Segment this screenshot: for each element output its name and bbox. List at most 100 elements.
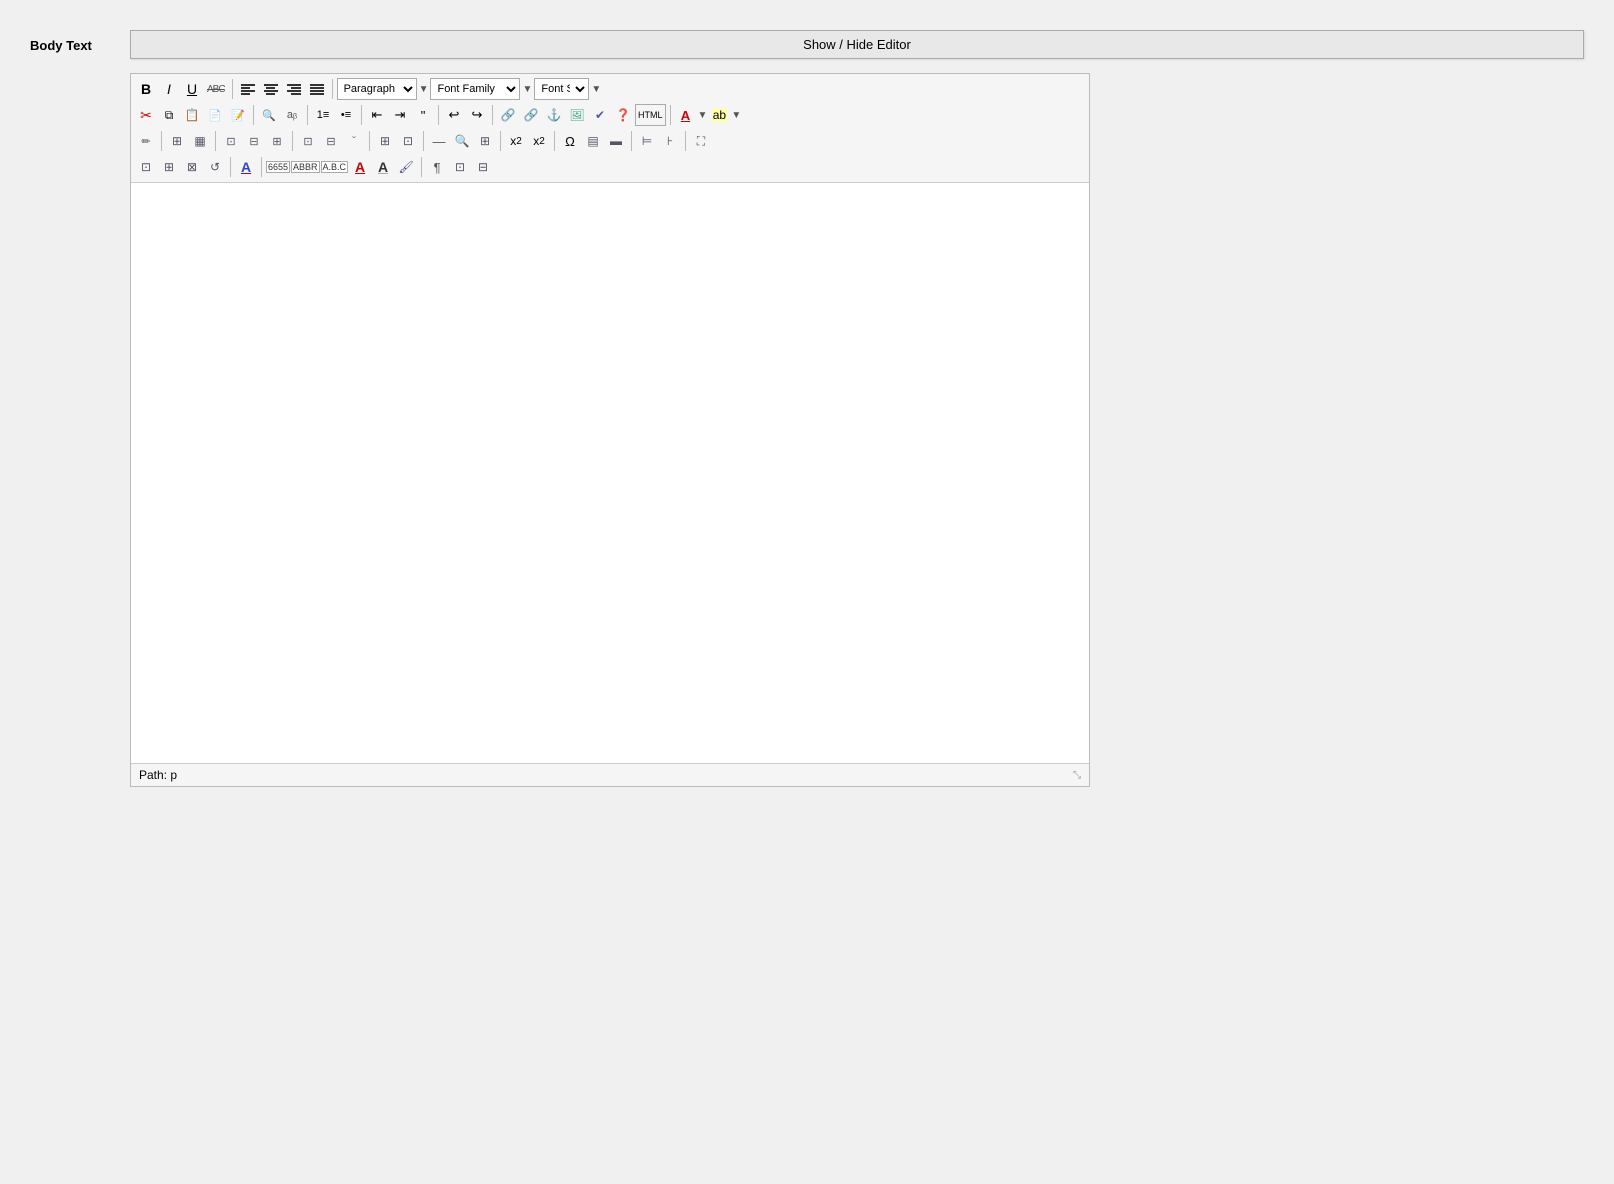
fontsize-arrow: ▼ xyxy=(591,84,601,95)
paste-text-button[interactable]: 📄 xyxy=(204,104,226,126)
html-button[interactable]: HTML xyxy=(635,104,666,126)
unordered-list-button[interactable]: •≡ xyxy=(335,104,357,126)
page-break-button[interactable]: ⊨ xyxy=(636,130,658,152)
separator-16 xyxy=(631,131,632,151)
separator-9 xyxy=(161,131,162,151)
font-family-select[interactable]: Font Family Arial Times New Roman Courie… xyxy=(430,78,520,100)
source-edit-button[interactable]: ✏ xyxy=(135,130,157,152)
separator-8 xyxy=(670,105,671,125)
separator-12 xyxy=(369,131,370,151)
path-bar: Path: p ⤡ xyxy=(131,763,1089,786)
show-hide-editor-button[interactable]: Show / Hide Editor xyxy=(130,30,1584,59)
increase-indent-button[interactable]: ⇥ xyxy=(389,104,411,126)
doc-button[interactable]: ▤ xyxy=(582,130,604,152)
field-label: Body Text xyxy=(30,30,110,53)
separator-1 xyxy=(232,79,233,99)
omega-button[interactable]: Ω xyxy=(559,130,581,152)
italic-button[interactable]: I xyxy=(158,78,180,100)
font-size-select[interactable]: Font Size 81012 141618 xyxy=(534,78,589,100)
border-button[interactable]: ⊡ xyxy=(135,156,157,178)
image-button[interactable]: 🖼 xyxy=(566,104,588,126)
unlink-button[interactable]: 🔗 xyxy=(520,104,542,126)
align-justify-button[interactable] xyxy=(306,78,328,100)
blockquote-button[interactable]: " xyxy=(412,104,434,126)
style-indicator-6655: 6655 xyxy=(266,161,290,173)
template-button[interactable]: ⊡ xyxy=(220,130,242,152)
separator-5 xyxy=(361,105,362,125)
anchor-button[interactable]: ⚓ xyxy=(543,104,565,126)
font-color-arrow: ▼ xyxy=(698,110,708,121)
table3-button[interactable]: ⊞ xyxy=(474,130,496,152)
align-left-button[interactable] xyxy=(237,78,259,100)
strikethrough-button[interactable]: ABC xyxy=(204,78,228,100)
nonbreak2-button[interactable]: ⊟ xyxy=(472,156,494,178)
style-indicator-abc: A.B.C xyxy=(321,161,349,173)
editor-container: B I U ABC Paragraph Heading 1 Heading 2 … xyxy=(130,73,1090,787)
resize-handle[interactable]: ⤡ xyxy=(1073,770,1081,781)
separator-4 xyxy=(307,105,308,125)
bg-color-button[interactable]: ab xyxy=(708,104,730,126)
border4-button[interactable]: ↺ xyxy=(204,156,226,178)
separator-7 xyxy=(492,105,493,125)
align-right-button[interactable] xyxy=(283,78,305,100)
cleanup-button[interactable]: ✔ xyxy=(589,104,611,126)
redo-button[interactable]: ↪ xyxy=(466,104,488,126)
find-replace-button[interactable]: 🔍 xyxy=(258,104,280,126)
grid2-button[interactable]: ⊡ xyxy=(397,130,419,152)
editor-area: Show / Hide Editor B I U ABC xyxy=(130,30,1584,787)
cut-button[interactable]: ✂ xyxy=(135,104,157,126)
font-color2-button[interactable]: A xyxy=(349,156,371,178)
paste-button[interactable]: 📋 xyxy=(181,104,203,126)
format-paint-button[interactable]: 🖌 xyxy=(395,156,417,178)
font-size-a-button[interactable]: A xyxy=(235,156,257,178)
spellcheck-button[interactable]: aᵦ xyxy=(281,104,303,126)
pilcrow-button[interactable]: ˇ xyxy=(343,130,365,152)
style-indicator-abbr: ABBR xyxy=(291,161,320,173)
decrease-indent-button[interactable]: ⇤ xyxy=(366,104,388,126)
link-button[interactable]: 🔗 xyxy=(497,104,519,126)
fullscreen-button[interactable]: ⛶ xyxy=(690,130,712,152)
table-insert-button[interactable]: ⊞ xyxy=(166,130,188,152)
format-right-button[interactable]: ⊞ xyxy=(266,130,288,152)
toolbar-row-1: B I U ABC Paragraph Heading 1 Heading 2 … xyxy=(135,76,1085,102)
grid-button[interactable]: ⊞ xyxy=(374,130,396,152)
subscript-button[interactable]: x2 xyxy=(505,130,527,152)
media-button[interactable]: ▬ xyxy=(605,130,627,152)
border3-button[interactable]: ⊠ xyxy=(181,156,203,178)
bold-button[interactable]: B xyxy=(135,78,157,100)
ordered-list-button[interactable]: 1≡ xyxy=(312,104,334,126)
bg-color-arrow: ▼ xyxy=(731,110,741,121)
toolbar-row-3: ✏ ⊞ ▦ ⊡ ⊟ ⊞ ⊡ ⊟ ˇ ⊞ ⊡ — � xyxy=(135,128,1085,154)
toolbar-row-2: ✂ ⧉ 📋 📄 📝 🔍 aᵦ 1≡ •≡ ⇤ ⇥ " ↩ xyxy=(135,102,1085,128)
separator-14 xyxy=(500,131,501,151)
help-button[interactable]: ❓ xyxy=(612,104,634,126)
hr-button[interactable]: — xyxy=(428,130,450,152)
align-center-button[interactable] xyxy=(260,78,282,100)
nonbreak-button[interactable]: ⊡ xyxy=(449,156,471,178)
underline-button[interactable]: U xyxy=(181,78,203,100)
separator-15 xyxy=(554,131,555,151)
undo-button[interactable]: ↩ xyxy=(443,104,465,126)
copy-button[interactable]: ⧉ xyxy=(158,104,180,126)
paragraph-arrow: ▼ xyxy=(419,84,429,95)
paste-word-button[interactable]: 📝 xyxy=(227,104,249,126)
table-edit-button[interactable]: ▦ xyxy=(189,130,211,152)
pilcrow2-button[interactable]: ¶ xyxy=(426,156,448,178)
separator-6 xyxy=(438,105,439,125)
page-break2-button[interactable]: ⊦ xyxy=(659,130,681,152)
font-a2-button[interactable]: A xyxy=(372,156,394,178)
superscript-button[interactable]: x2 xyxy=(528,130,550,152)
font-color-button[interactable]: A xyxy=(675,104,697,126)
separator-2 xyxy=(332,79,333,99)
separator-18 xyxy=(230,157,231,177)
paragraph-select[interactable]: Paragraph Heading 1 Heading 2 Heading 3 xyxy=(337,78,417,100)
format-row-button[interactable]: ⊟ xyxy=(320,130,342,152)
search-button[interactable]: 🔍 xyxy=(451,130,473,152)
separator-10 xyxy=(215,131,216,151)
border2-button[interactable]: ⊞ xyxy=(158,156,180,178)
editor-content[interactable] xyxy=(131,183,1089,763)
format-paste-button[interactable]: ⊟ xyxy=(243,130,265,152)
separator-3 xyxy=(253,105,254,125)
fontfamily-arrow: ▼ xyxy=(522,84,532,95)
format-col-button[interactable]: ⊡ xyxy=(297,130,319,152)
